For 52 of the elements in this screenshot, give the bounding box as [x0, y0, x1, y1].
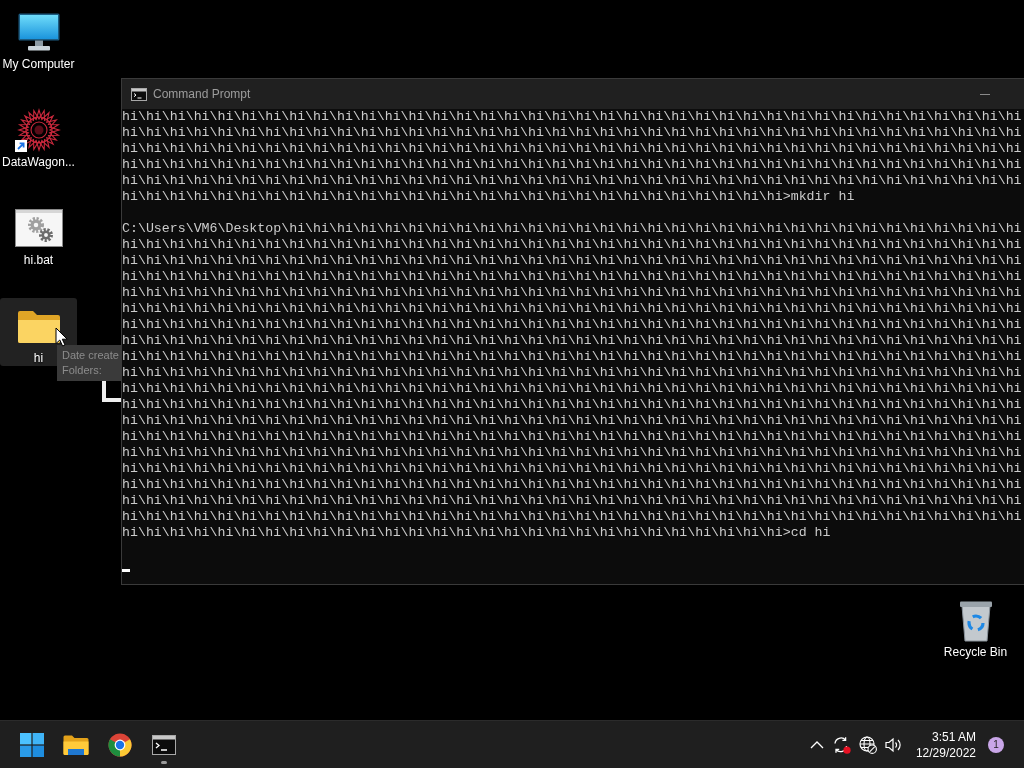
terminal-icon — [131, 87, 147, 101]
console-line: hi\hi\hi\hi\hi\hi\hi\hi\hi\hi\hi\hi\hi\hi\hi\hi\hi\hi\hi\hi\hi\hi\hi\hi\hi\hi\hi\hi\hi\hi\hi\hi\hi\hi\hi\hi\hi\hi — [122, 317, 1022, 333]
console-line: hi\hi\hi\hi\hi\hi\hi\hi\hi\hi\hi\hi\hi\hi\hi\hi\hi\hi\hi\hi\hi\hi\hi\hi\hi\hi\hi\hi\hi\hi\hi\hi\hi\hi\hi\hi\hi\hi — [122, 109, 1022, 125]
browser-icon — [108, 732, 132, 757]
running-indicator-icon — [161, 760, 167, 764]
window-title: Command Prompt — [153, 87, 251, 101]
folder-icon — [16, 308, 61, 344]
clock-time[interactable]: 3:51 AM — [931, 728, 976, 745]
console-line: hi\hi\hi\hi\hi\hi\hi\hi\hi\hi\hi\hi\hi\hi\hi\hi\hi\hi\hi\hi\hi\hi\hi\hi\hi\hi\hi\hi\hi\hi\hi\hi\hi\hi\hi\hi\hi\hi — [122, 349, 1022, 365]
mouse-pointer-icon — [55, 327, 68, 347]
console-line: hi\hi\hi\hi\hi\hi\hi\hi\hi\hi\hi\hi\hi\hi\hi\hi\hi\hi\hi\hi\hi\hi\hi\hi\hi\hi\hi\hi\hi\hi\hi\hi\hi\hi\hi\hi\hi\hi — [122, 445, 1022, 461]
window-frame-corner — [102, 381, 121, 402]
folder-icon — [63, 733, 89, 756]
tooltip-text: Folders: — [62, 363, 102, 378]
console-line: hi\hi\hi\hi\hi\hi\hi\hi\hi\hi\hi\hi\hi\hi\hi\hi\hi\hi\hi\hi\hi\hi\hi\hi\hi\hi\hi\hi\hi\hi\hi\hi\hi\hi\hi\hi\hi\hi — [122, 333, 1022, 349]
desktop-item[interactable]: My Computer — [0, 4, 77, 72]
console-line: hi\hi\hi\hi\hi\hi\hi\hi\hi\hi\hi\hi\hi\hi\hi\hi\hi\hi\hi\hi\hi\hi\hi\hi\hi\hi\hi\hi\hi\hi\hi\hi\hi\hi\hi\hi\hi\hi — [122, 493, 1022, 509]
console-line: hi\hi\hi\hi\hi\hi\hi\hi\hi\hi\hi\hi\hi\hi\hi\hi\hi\hi\hi\hi\hi\hi\hi\hi\hi\hi\hi\hi\hi\hi\hi\hi\hi\hi\hi\hi\hi\hi — [122, 509, 1022, 525]
globe-icon[interactable] — [858, 735, 877, 754]
console-line: C:\Users\VM6\Desktop\hi\hi\hi\hi\hi\hi\hi\hi\hi\hi\hi\hi\hi\hi\hi\hi\hi\hi\hi\hi\hi\hi\hi\hi\hi\hi\hi\hi\hi\hi\hi — [122, 221, 1022, 237]
monitor-icon — [17, 13, 60, 51]
console-line: hi\hi\hi\hi\hi\hi\hi\hi\hi\hi\hi\hi\hi\hi\hi\hi\hi\hi\hi\hi\hi\hi\hi\hi\hi\hi\hi\hi\hi\hi\hi\hi\hi\hi\hi\hi\hi\hi — [122, 285, 1022, 301]
notification-badge[interactable]: 1 — [988, 736, 1004, 753]
desktop-item[interactable]: hi.bat — [0, 200, 77, 268]
minimize-icon — [980, 93, 990, 95]
console-line: hi\hi\hi\hi\hi\hi\hi\hi\hi\hi\hi\hi\hi\hi\hi\hi\hi\hi\hi\hi\hi\hi\hi\hi\hi\hi\hi\hi\hi\hi\hi\hi\hi\hi\hi\hi\hi\hi — [122, 141, 1022, 157]
console-line: hi\hi\hi\hi\hi\hi\hi\hi\hi\hi\hi\hi\hi\hi\hi\hi\hi\hi\hi\hi\hi\hi\hi\hi\hi\hi\hi\hi\hi\hi\hi\hi\hi\hi\hi\hi\hi\hi — [122, 125, 1022, 141]
desktop-item[interactable]: Recycle Bin — [937, 592, 1014, 660]
console-line: hi\hi\hi\hi\hi\hi\hi\hi\hi\hi\hi\hi\hi\hi\hi\hi\hi\hi\hi\hi\hi\hi\hi\hi\hi\hi\hi\hi\hi\hi\hi\hi\hi\hi\hi\hi\hi\hi — [122, 461, 1022, 477]
console-line: hi\hi\hi\hi\hi\hi\hi\hi\hi\hi\hi\hi\hi\hi\hi\hi\hi\hi\hi\hi\hi\hi\hi\hi\hi\hi\hi\hi\hi\hi\hi\hi\hi\hi\hi\hi\hi\hi — [122, 365, 1022, 381]
terminal-icon — [152, 734, 176, 755]
console-line: hi\hi\hi\hi\hi\hi\hi\hi\hi\hi\hi\hi\hi\hi\hi\hi\hi\hi\hi\hi\hi\hi\hi\hi\hi\hi\hi\hi\hi\hi\hi\hi\hi\hi\hi\hi\hi\hi — [122, 381, 1022, 397]
clock-date[interactable]: 12/29/2022 — [915, 744, 976, 761]
console-line: hi\hi\hi\hi\hi\hi\hi\hi\hi\hi\hi\hi\hi\hi\hi\hi\hi\hi\hi\hi\hi\hi\hi\hi\hi\hi\hi\hi>mkdir hi — [122, 189, 855, 205]
console-line: hi\hi\hi\hi\hi\hi\hi\hi\hi\hi\hi\hi\hi\hi\hi\hi\hi\hi\hi\hi\hi\hi\hi\hi\hi\hi\hi\hi>cd hi — [122, 525, 831, 541]
console-line: hi\hi\hi\hi\hi\hi\hi\hi\hi\hi\hi\hi\hi\hi\hi\hi\hi\hi\hi\hi\hi\hi\hi\hi\hi\hi\hi\hi\hi\hi\hi\hi\hi\hi\hi\hi\hi\hi — [122, 413, 1022, 429]
console-line: hi\hi\hi\hi\hi\hi\hi\hi\hi\hi\hi\hi\hi\hi\hi\hi\hi\hi\hi\hi\hi\hi\hi\hi\hi\hi\hi\hi\hi\hi\hi\hi\hi\hi\hi\hi\hi\hi — [122, 269, 1022, 285]
desktop-item[interactable]: DataWagon... — [0, 102, 77, 170]
chevron-up-icon[interactable] — [809, 740, 824, 749]
console-line: hi\hi\hi\hi\hi\hi\hi\hi\hi\hi\hi\hi\hi\hi\hi\hi\hi\hi\hi\hi\hi\hi\hi\hi\hi\hi\hi\hi\hi\hi\hi\hi\hi\hi\hi\hi\hi\hi — [122, 253, 1022, 269]
speaker-icon[interactable] — [884, 736, 903, 753]
star-pattern-icon — [16, 108, 61, 152]
console-line: hi\hi\hi\hi\hi\hi\hi\hi\hi\hi\hi\hi\hi\hi\hi\hi\hi\hi\hi\hi\hi\hi\hi\hi\hi\hi\hi\hi\hi\hi\hi\hi\hi\hi\hi\hi\hi\hi — [122, 237, 1022, 253]
shortcut-arrow-icon — [14, 140, 27, 152]
console-line: hi\hi\hi\hi\hi\hi\hi\hi\hi\hi\hi\hi\hi\hi\hi\hi\hi\hi\hi\hi\hi\hi\hi\hi\hi\hi\hi\hi\hi\hi\hi\hi\hi\hi\hi\hi\hi\hi — [122, 477, 1022, 493]
four-squares-icon — [20, 732, 44, 757]
console-line: hi\hi\hi\hi\hi\hi\hi\hi\hi\hi\hi\hi\hi\hi\hi\hi\hi\hi\hi\hi\hi\hi\hi\hi\hi\hi\hi\hi\hi\hi\hi\hi\hi\hi\hi\hi\hi\hi — [122, 157, 1022, 173]
gear-window-icon — [14, 209, 63, 247]
console-line: hi\hi\hi\hi\hi\hi\hi\hi\hi\hi\hi\hi\hi\hi\hi\hi\hi\hi\hi\hi\hi\hi\hi\hi\hi\hi\hi\hi\hi\hi\hi\hi\hi\hi\hi\hi\hi\hi — [122, 173, 1022, 189]
console-line: hi\hi\hi\hi\hi\hi\hi\hi\hi\hi\hi\hi\hi\hi\hi\hi\hi\hi\hi\hi\hi\hi\hi\hi\hi\hi\hi\hi\hi\hi\hi\hi\hi\hi\hi\hi\hi\hi — [122, 301, 1022, 317]
console-line: hi\hi\hi\hi\hi\hi\hi\hi\hi\hi\hi\hi\hi\hi\hi\hi\hi\hi\hi\hi\hi\hi\hi\hi\hi\hi\hi\hi\hi\hi\hi\hi\hi\hi\hi\hi\hi\hi — [122, 429, 1022, 445]
console-line: hi\hi\hi\hi\hi\hi\hi\hi\hi\hi\hi\hi\hi\hi\hi\hi\hi\hi\hi\hi\hi\hi\hi\hi\hi\hi\hi\hi\hi\hi\hi\hi\hi\hi\hi\hi\hi\hi — [122, 397, 1022, 413]
